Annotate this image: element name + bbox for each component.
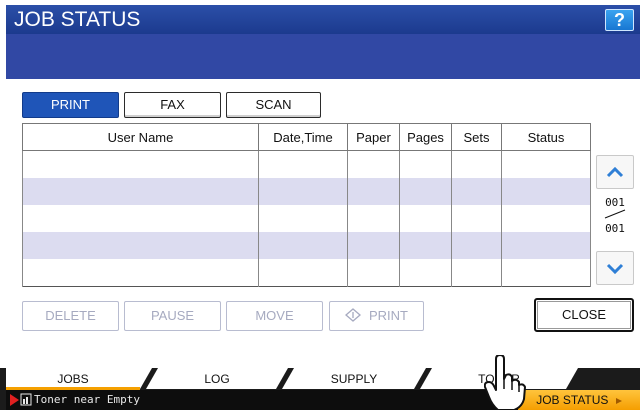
bottom-tabs: JOBS LOG SUPPLY TONER	[6, 368, 578, 390]
tab-supply-label: SUPPLY	[331, 372, 377, 386]
tab-fax[interactable]: FAX	[124, 92, 221, 118]
job-status-label: JOB STATUS	[536, 393, 609, 407]
status-message: Toner near Empty	[34, 393, 140, 406]
start-diamond-icon	[345, 308, 361, 322]
corner-arrow-icon	[615, 398, 622, 404]
job-list-table: User Name Date,Time Paper Pages Sets Sta…	[22, 123, 591, 287]
table-header-row: User Name Date,Time Paper Pages Sets Sta…	[22, 123, 591, 151]
tab-scan[interactable]: SCAN	[226, 92, 321, 118]
job-status-button[interactable]: JOB STATUS	[518, 390, 640, 410]
tab-log-label: LOG	[204, 372, 229, 386]
current-page: 001	[605, 196, 625, 209]
print-job-button[interactable]: PRINT	[329, 301, 424, 331]
tab-print[interactable]: PRINT	[22, 92, 119, 118]
total-pages: 001	[605, 222, 625, 235]
column-header-sets[interactable]: Sets	[451, 123, 502, 151]
help-button[interactable]: ?	[605, 9, 634, 31]
table-row[interactable]	[22, 232, 591, 260]
column-header-paper[interactable]: Paper	[347, 123, 400, 151]
page-indicator: 001 001	[600, 196, 630, 235]
delete-button[interactable]: DELETE	[22, 301, 119, 331]
pause-button[interactable]: PAUSE	[124, 301, 221, 331]
scroll-down-button[interactable]	[596, 251, 634, 285]
slash-icon	[604, 209, 626, 219]
tab-jobs-label: JOBS	[57, 372, 88, 386]
column-header-pages[interactable]: Pages	[399, 123, 452, 151]
chevron-up-icon	[606, 166, 624, 178]
table-row[interactable]	[22, 259, 591, 287]
column-header-status[interactable]: Status	[501, 123, 591, 151]
close-button[interactable]: CLOSE	[534, 298, 634, 332]
table-row[interactable]	[22, 150, 591, 178]
column-header-date-time[interactable]: Date,Time	[258, 123, 348, 151]
window-title: JOB STATUS	[14, 8, 141, 31]
message-area	[6, 34, 640, 79]
column-header-user-name[interactable]: User Name	[22, 123, 259, 151]
print-job-label: PRINT	[369, 308, 408, 323]
move-button[interactable]: MOVE	[226, 301, 323, 331]
table-row[interactable]	[22, 204, 591, 233]
table-row[interactable]	[22, 177, 591, 205]
chevron-down-icon	[606, 263, 624, 275]
pointing-hand-icon	[484, 355, 526, 410]
status-icons	[10, 393, 32, 406]
title-bar: JOB STATUS ?	[6, 5, 640, 34]
alert-arrow-icon	[10, 394, 19, 406]
scroll-up-button[interactable]	[596, 155, 634, 189]
